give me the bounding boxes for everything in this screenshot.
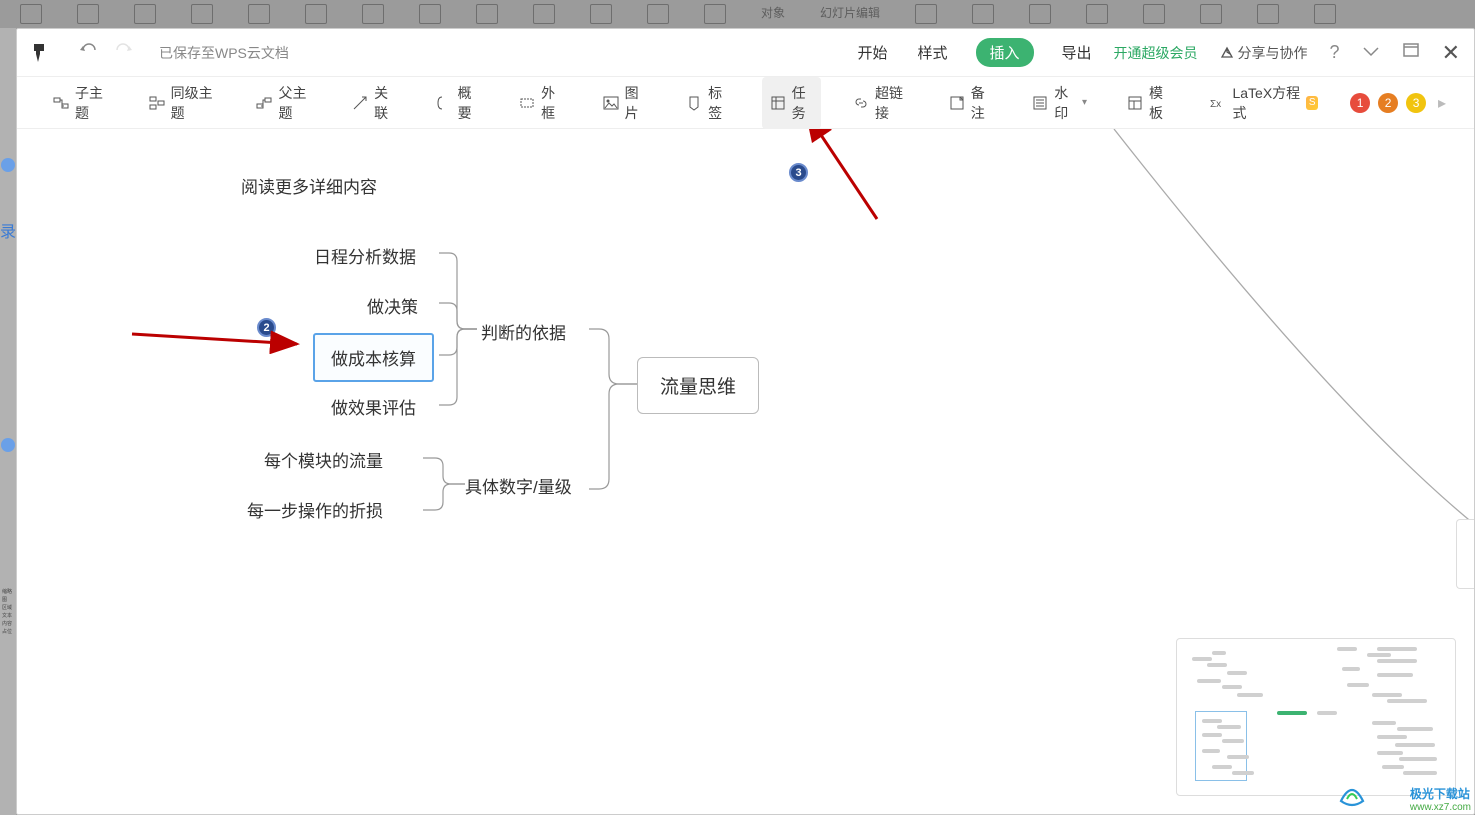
minimize-icon[interactable] xyxy=(1362,42,1380,63)
tbtn-image[interactable]: 图片 xyxy=(595,77,654,129)
node-judge[interactable]: 判断的依据 xyxy=(481,319,566,344)
image-icon xyxy=(603,95,619,111)
badge-3[interactable]: 3 xyxy=(1406,93,1426,113)
tbtn-peer[interactable]: 同级主题 xyxy=(141,77,225,129)
tbtn-tag[interactable]: 标签 xyxy=(678,77,737,129)
tbtn-parent[interactable]: 父主题 xyxy=(248,77,320,129)
toolbar-scroll-right-icon[interactable]: ▸ xyxy=(1438,93,1446,113)
node-module-flow[interactable]: 每个模块的流量 xyxy=(264,447,383,472)
tbtn-template[interactable]: 模板 xyxy=(1119,77,1178,129)
tbtn-note[interactable]: 备注 xyxy=(941,77,1000,129)
watermark-logo-icon xyxy=(1337,783,1367,809)
node-cost-accounting[interactable]: 做成本核算 xyxy=(313,333,434,382)
minimap[interactable] xyxy=(1176,638,1456,796)
hyperlink-icon xyxy=(853,95,869,111)
bg-text: 对象 xyxy=(761,4,785,24)
tab-start[interactable]: 开始 xyxy=(855,38,889,67)
tbtn-frame[interactable]: 外框 xyxy=(511,77,570,129)
svg-text:Σx: Σx xyxy=(1210,99,1221,110)
relation-icon xyxy=(352,95,368,111)
left-thumb-text: 缩略图区域文本内容占位 xyxy=(2,588,14,636)
maximize-icon[interactable] xyxy=(1402,42,1420,63)
format-brush-icon[interactable] xyxy=(31,42,49,64)
background-curve xyxy=(1054,129,1474,549)
node-quant[interactable]: 具体数字/量级 xyxy=(465,473,572,498)
peer-icon xyxy=(149,95,165,111)
right-side-panel-toggle[interactable] xyxy=(1456,519,1474,589)
tbtn-task[interactable]: 任务 xyxy=(762,77,821,129)
tag-icon xyxy=(686,95,702,111)
close-icon[interactable]: ✕ xyxy=(1442,40,1460,66)
tbtn-latex[interactable]: ΣxLaTeX方程式S xyxy=(1202,77,1326,129)
frame-icon xyxy=(519,95,535,111)
watermark-icon xyxy=(1032,95,1048,111)
topbar: 已保存至WPS云文档 开始 样式 插入 导出 开通超级会员 分享与协作 ? ✕ xyxy=(17,29,1474,77)
watermark: 极光下载站 www.xz7.com xyxy=(1410,785,1471,813)
node-decision[interactable]: 做决策 xyxy=(367,293,418,318)
left-char: 录 xyxy=(0,218,16,242)
share-label: 分享与协作 xyxy=(1238,43,1308,63)
badge-1[interactable]: 1 xyxy=(1350,93,1370,113)
left-dot xyxy=(1,158,15,172)
undo-button[interactable] xyxy=(77,42,97,63)
red-arrow-3 xyxy=(797,129,897,229)
tbtn-relation[interactable]: 关联 xyxy=(344,77,403,129)
red-arrow-2 xyxy=(127,324,307,354)
bg-text2: 幻灯片编辑 xyxy=(820,4,880,24)
watermark-site: 极光下载站 xyxy=(1410,787,1470,801)
task-icon xyxy=(770,95,786,111)
header-text: 阅读更多详细内容 xyxy=(241,173,377,198)
insert-toolbar: 子主题 同级主题 父主题 关联 概要 外框 图片 标签 任务 超链接 备注 水印… xyxy=(17,77,1474,129)
s-badge-icon: S xyxy=(1306,96,1318,110)
share-button[interactable]: 分享与协作 xyxy=(1220,43,1308,63)
caret-down-icon: ▾ xyxy=(1082,97,1087,108)
latex-icon: Σx xyxy=(1210,95,1226,111)
badge-2[interactable]: 2 xyxy=(1378,93,1398,113)
help-icon[interactable]: ? xyxy=(1330,42,1340,63)
left-dimmed-panel: 录 缩略图区域文本内容占位 xyxy=(0,28,16,815)
node-root[interactable]: 流量思维 xyxy=(637,357,759,414)
node-schedule-data[interactable]: 日程分析数据 xyxy=(314,243,416,268)
tbtn-summary[interactable]: 概要 xyxy=(428,77,487,129)
tbtn-watermark[interactable]: 水印▾ xyxy=(1024,77,1095,129)
tab-insert[interactable]: 插入 xyxy=(976,38,1034,67)
template-icon xyxy=(1127,95,1143,111)
summary-icon xyxy=(436,95,452,111)
tab-export[interactable]: 导出 xyxy=(1060,38,1094,67)
mindmap-editor-modal: 已保存至WPS云文档 开始 样式 插入 导出 开通超级会员 分享与协作 ? ✕ xyxy=(16,28,1475,815)
redo-button[interactable] xyxy=(115,42,135,63)
subtopic-icon xyxy=(53,95,69,111)
note-icon xyxy=(949,95,965,111)
save-status: 已保存至WPS云文档 xyxy=(159,43,289,63)
parent-icon xyxy=(256,95,272,111)
node-step-loss[interactable]: 每一步操作的折损 xyxy=(247,497,383,522)
tab-style[interactable]: 样式 xyxy=(916,38,950,67)
left-dot2 xyxy=(1,438,15,452)
tbtn-subtopic[interactable]: 子主题 xyxy=(45,77,117,129)
main-tabs: 开始 样式 插入 导出 xyxy=(855,38,1093,67)
vip-link[interactable]: 开通超级会员 xyxy=(1114,43,1198,63)
tbtn-hyperlink[interactable]: 超链接 xyxy=(845,77,917,129)
background-app-toolbar: 对象 幻灯片编辑 xyxy=(0,0,1475,28)
mindmap-canvas[interactable]: 阅读更多详细内容 流量思维 判断的依据 日程分析数据 做决策 做成本核算 做效果… xyxy=(17,129,1474,814)
watermark-url: www.xz7.com xyxy=(1410,802,1471,813)
node-effect-eval[interactable]: 做效果评估 xyxy=(331,394,416,419)
